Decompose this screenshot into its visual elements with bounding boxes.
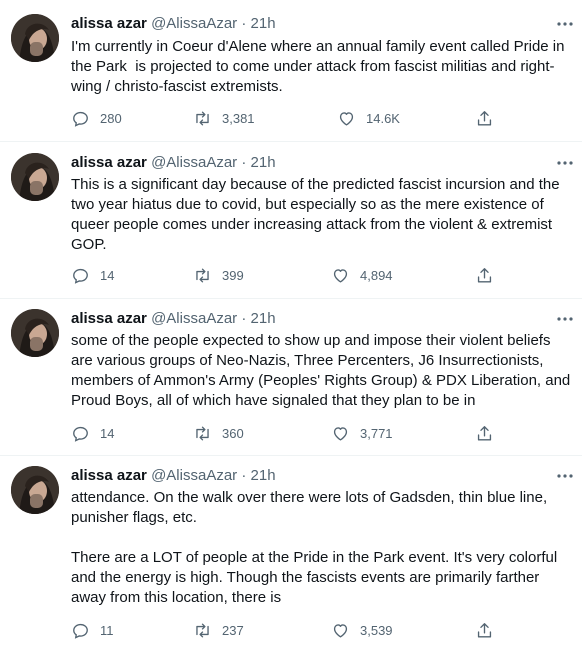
retweet-icon <box>196 267 209 283</box>
author-handle[interactable]: @AlissaAzar <box>151 154 237 171</box>
tweet-actions: 14 399 4,894 <box>71 265 511 285</box>
author-name[interactable]: alissa azar <box>71 467 147 484</box>
tweet-time[interactable]: 21h <box>251 310 276 327</box>
retweet-button[interactable]: 360 <box>193 423 244 443</box>
like-button[interactable]: 3,771 <box>331 423 393 443</box>
like-count: 14.6K <box>366 110 400 126</box>
heart-icon <box>333 623 348 638</box>
tweet-header: alissa azar @AlissaAzar · 21h <box>71 466 276 486</box>
tweet-time[interactable]: 21h <box>251 154 276 171</box>
author-name[interactable]: alissa azar <box>71 15 147 32</box>
more-icon[interactable] <box>556 157 574 169</box>
more-icon[interactable] <box>556 470 574 482</box>
retweet-button[interactable]: 237 <box>193 620 244 640</box>
tweet-actions: 14 360 3,771 <box>71 423 511 443</box>
separator-dot: · <box>241 15 247 32</box>
tweet-time[interactable]: 21h <box>251 15 276 32</box>
divider <box>0 298 582 299</box>
tweet-text: some of the people expected to show up a… <box>71 332 571 409</box>
author-name[interactable]: alissa azar <box>71 154 147 171</box>
like-button[interactable]: 14.6K <box>337 108 400 128</box>
divider <box>0 141 582 142</box>
avatar[interactable] <box>11 466 59 514</box>
retweet-count: 399 <box>222 267 244 283</box>
tweet-actions: 11 237 3,539 <box>71 620 511 640</box>
reply-icon <box>73 623 88 639</box>
separator-dot: · <box>241 310 247 327</box>
reply-icon <box>73 426 88 442</box>
avatar[interactable] <box>11 14 59 62</box>
reply-icon <box>73 268 88 284</box>
retweet-icon <box>196 425 209 441</box>
like-count: 3,539 <box>360 622 393 638</box>
share-icon <box>477 267 492 283</box>
heart-icon <box>333 426 348 441</box>
reply-button[interactable]: 280 <box>71 108 122 128</box>
share-button[interactable] <box>475 620 494 640</box>
retweet-count: 360 <box>222 425 244 441</box>
author-handle[interactable]: @AlissaAzar <box>151 467 237 484</box>
avatar[interactable] <box>11 153 59 201</box>
share-icon <box>477 622 492 638</box>
retweet-button[interactable]: 399 <box>193 265 244 285</box>
tweet-header: alissa azar @AlissaAzar · 21h <box>71 14 276 34</box>
share-icon <box>477 110 492 126</box>
tweet-time[interactable]: 21h <box>251 467 276 484</box>
author-handle[interactable]: @AlissaAzar <box>151 310 237 327</box>
reply-count: 280 <box>100 110 122 126</box>
share-icon <box>477 425 492 441</box>
tweet-text: This is a significant day because of the… <box>71 176 560 253</box>
retweet-icon <box>196 110 209 126</box>
reply-button[interactable]: 11 <box>71 620 114 640</box>
reply-count: 14 <box>100 267 115 283</box>
more-icon[interactable] <box>556 18 574 30</box>
reply-button[interactable]: 14 <box>71 265 114 285</box>
separator-dot: · <box>241 154 247 171</box>
like-button[interactable]: 3,539 <box>331 620 393 640</box>
reply-icon <box>73 111 88 127</box>
separator-dot: · <box>241 467 247 484</box>
retweet-icon <box>196 622 209 638</box>
retweet-button[interactable]: 3,381 <box>193 108 255 128</box>
author-name[interactable]: alissa azar <box>71 310 147 327</box>
author-handle[interactable]: @AlissaAzar <box>151 15 237 32</box>
like-count: 4,894 <box>360 267 393 283</box>
share-button[interactable] <box>475 265 494 285</box>
divider <box>0 455 582 456</box>
like-button[interactable]: 4,894 <box>331 265 393 285</box>
retweet-count: 237 <box>222 622 244 638</box>
share-button[interactable] <box>475 108 494 128</box>
reply-count: 11 <box>100 622 114 638</box>
share-button[interactable] <box>475 423 494 443</box>
tweet-header: alissa azar @AlissaAzar · 21h <box>71 153 276 173</box>
like-count: 3,771 <box>360 425 393 441</box>
avatar[interactable] <box>11 309 59 357</box>
tweet-text: attendance. On the walk over there were … <box>71 489 558 606</box>
reply-count: 14 <box>100 425 115 441</box>
more-icon[interactable] <box>556 313 574 325</box>
heart-icon <box>339 111 354 126</box>
tweet-header: alissa azar @AlissaAzar · 21h <box>71 309 276 329</box>
tweet-actions: 280 3,381 14.6K <box>71 108 511 128</box>
heart-icon <box>333 268 348 283</box>
retweet-count: 3,381 <box>222 110 255 126</box>
tweet-text: I'm currently in Coeur d'Alene where an … <box>71 38 565 95</box>
reply-button[interactable]: 14 <box>71 423 114 443</box>
